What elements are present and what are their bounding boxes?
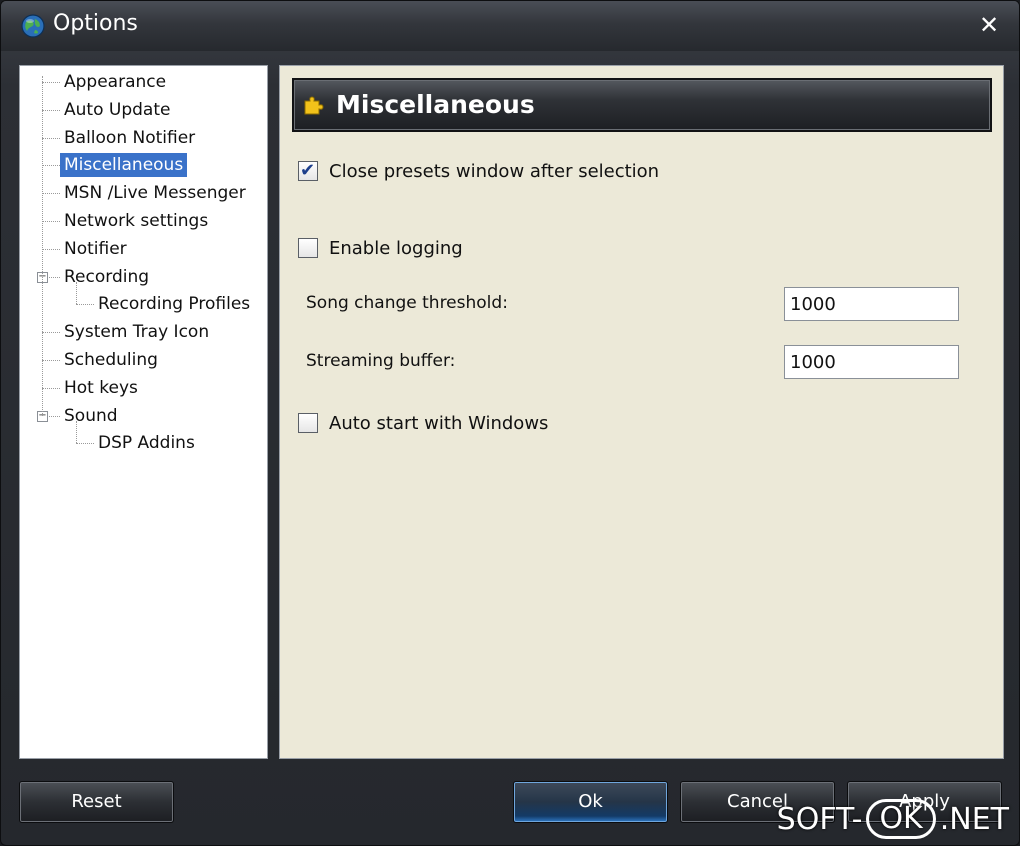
tree-connector — [76, 421, 77, 444]
tree-connector — [42, 221, 60, 222]
reset-button[interactable]: Reset — [19, 781, 174, 823]
close-icon: ✕ — [978, 11, 1000, 39]
tree-connector — [42, 387, 60, 389]
tree-connector — [42, 76, 43, 416]
tree-item-scheduling[interactable]: Scheduling — [60, 348, 162, 372]
streaming-buffer-input[interactable] — [784, 345, 959, 379]
tree-item-miscellaneous[interactable]: Miscellaneous — [60, 153, 188, 178]
close-presets-checkbox[interactable]: ✔ — [298, 160, 318, 181]
globe-icon — [21, 14, 45, 38]
tree-connector — [76, 304, 94, 306]
section-title: Miscellaneous — [336, 90, 535, 119]
tree-item-hot-keys[interactable]: Hot keys — [60, 376, 142, 400]
tree-connector — [42, 165, 60, 167]
watermark: SOFT- OK .NET — [777, 799, 1009, 839]
tree-connector — [76, 282, 77, 305]
tree-connector — [42, 137, 60, 139]
song-change-label: Song change threshold: — [306, 293, 508, 313]
watermark-left: SOFT- — [776, 801, 863, 837]
tree-item-system-tray-icon[interactable]: System Tray Icon — [60, 320, 213, 344]
watermark-right: .NET — [939, 801, 1009, 837]
close-button[interactable]: ✕ — [975, 11, 1003, 39]
tree-connector — [42, 360, 60, 361]
enable-logging-label[interactable]: Enable logging — [329, 238, 463, 259]
auto-start-label[interactable]: Auto start with Windows — [329, 413, 548, 434]
options-tree: Appearance Auto Update Balloon Notifier Mis… — [19, 65, 268, 759]
settings-panel: Miscellaneous ✔ Close presets window aft… — [279, 65, 1004, 759]
tree-item-sound[interactable]: Sound — [60, 404, 122, 428]
tree-connector — [76, 443, 94, 445]
watermark-middle: OK — [866, 799, 936, 839]
puzzle-icon — [304, 96, 324, 115]
enable-logging-checkbox[interactable] — [298, 238, 318, 258]
tree-connector — [42, 193, 60, 195]
auto-start-checkbox[interactable] — [298, 413, 318, 433]
song-change-input[interactable] — [784, 287, 959, 321]
tree-connector — [42, 248, 60, 250]
tree-item-appearance[interactable]: Appearance — [60, 70, 170, 94]
tree-connector — [42, 332, 60, 334]
tree-item-recording-profiles[interactable]: Recording Profiles — [94, 292, 254, 316]
ok-button[interactable]: Ok — [513, 781, 668, 823]
close-presets-row: ✔ Close presets window after selection — [298, 158, 659, 184]
title-bar[interactable]: Options ✕ — [1, 1, 1019, 51]
tree-item-dsp-addins[interactable]: DSP Addins — [94, 431, 199, 455]
auto-start-row: Auto start with Windows — [298, 410, 548, 436]
tree-connector — [42, 82, 60, 83]
tree-connector — [42, 109, 60, 111]
tree-item-notifier[interactable]: Notifier — [60, 237, 131, 261]
enable-logging-row: Enable logging — [298, 235, 463, 261]
tree-item-network-settings[interactable]: Network settings — [60, 209, 212, 233]
tree-item-recording[interactable]: Recording — [60, 265, 153, 289]
tree-item-msn-live-messenger[interactable]: MSN /Live Messenger — [60, 181, 250, 205]
options-window: Options ✕ Appearance Auto Update Balloon N… — [0, 0, 1020, 846]
checkmark-icon: ✔ — [300, 160, 316, 181]
close-presets-label[interactable]: Close presets window after selection — [329, 161, 659, 182]
window-title: Options — [53, 11, 138, 36]
tree-item-auto-update[interactable]: Auto Update — [60, 98, 174, 122]
streaming-buffer-label: Streaming buffer: — [306, 351, 456, 371]
section-header: Miscellaneous — [292, 78, 992, 132]
tree-item-balloon-notifier[interactable]: Balloon Notifier — [60, 126, 199, 150]
